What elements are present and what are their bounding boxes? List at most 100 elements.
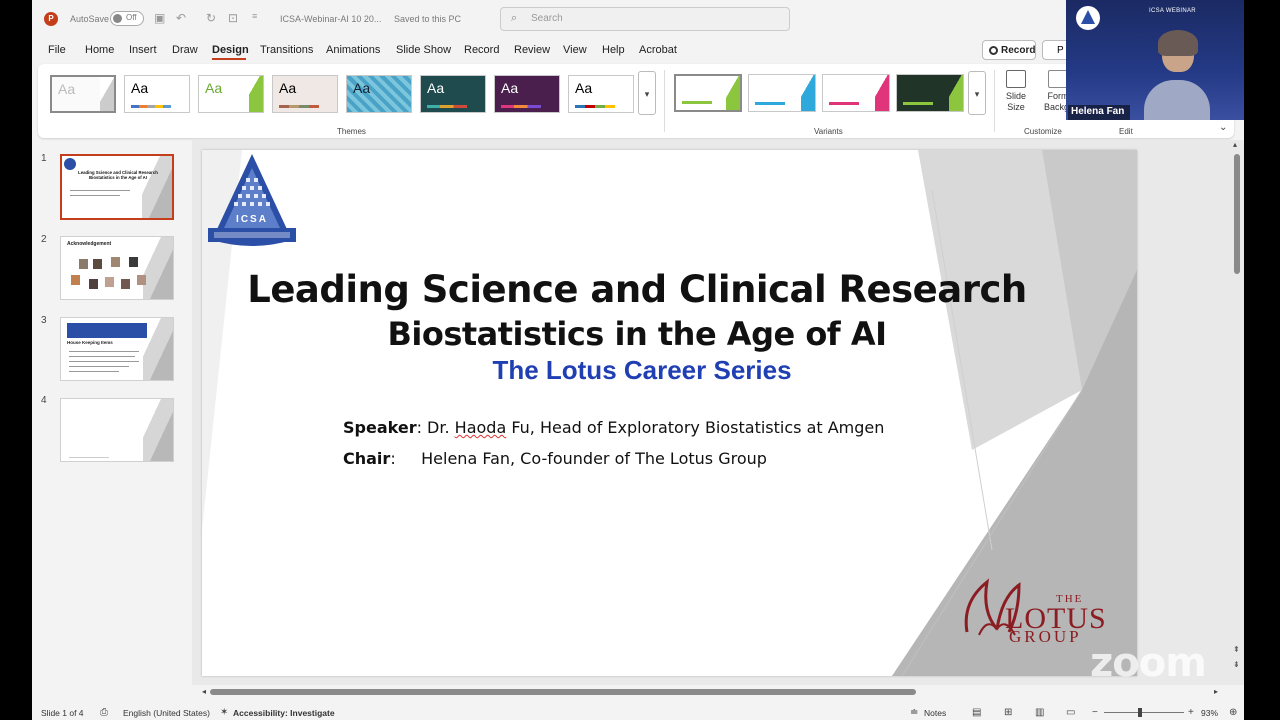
variant-bar [903,102,933,105]
tab-file[interactable]: File [48,44,66,56]
powerpoint-window: P AutoSave Off ▣ ↶ ↻ ⊡ ≡ ICSA-Webinar-AI… [32,0,1244,720]
slide-thumbnail-2[interactable]: Acknowledgement [60,236,174,300]
vertical-scrollbar[interactable]: ▴ ⇞ ⇟ [1232,140,1242,685]
tab-acrobat[interactable]: Acrobat [639,44,677,56]
language-indicator[interactable]: English (United States) [123,708,210,718]
customize-group-label: Customize [1024,127,1062,136]
zoom-in-icon[interactable]: + [1188,707,1194,718]
thumb-photo [79,259,88,269]
theme-purple[interactable]: Aa [494,75,560,113]
thumb-photo [129,257,138,267]
prev-slide-icon[interactable]: ⇞ [1233,645,1240,654]
variant-accent [949,75,963,111]
accessibility-icon[interactable]: ✶ [220,707,228,718]
zoom-level[interactable]: 93% [1201,708,1218,718]
edit-group-label: Edit [1119,127,1133,136]
variant-pink[interactable] [822,74,890,112]
autosave-toggle[interactable]: Off [110,11,144,26]
reading-view-icon[interactable]: ▥ [1035,707,1044,718]
customize-qat-icon[interactable]: ≡ [252,11,257,21]
fit-to-window-icon[interactable]: ⊕ [1229,707,1237,718]
save-status[interactable]: Saved to this PC [394,14,461,24]
slide-title[interactable]: Leading Science and Clinical Research [242,268,1032,311]
tab-help[interactable]: Help [602,44,625,56]
record-button[interactable]: Record [982,40,1036,60]
horizontal-scroll-thumb[interactable] [210,689,916,695]
zoom-out-icon[interactable]: − [1092,707,1098,718]
thumb-decor [143,318,173,380]
save-icon[interactable]: ▣ [154,11,165,25]
tab-draw[interactable]: Draw [172,44,198,56]
horizontal-scrollbar[interactable]: ◂ ▸ [202,687,1222,697]
slide-subtitle[interactable]: Biostatistics in the Age of AI [242,315,1032,353]
theme-teal[interactable]: Aa [420,75,486,113]
slide-size-icon [1006,70,1026,88]
undo-icon[interactable]: ↶ [176,11,186,25]
tab-slide-show[interactable]: Slide Show [396,44,451,56]
tab-record[interactable]: Record [464,44,499,56]
slideshow-view-icon[interactable]: ▭ [1066,707,1075,718]
variant-dark[interactable] [896,74,964,112]
thumb-footer-line [69,457,109,458]
tab-transitions[interactable]: Transitions [260,44,313,56]
accessibility-status[interactable]: Accessibility: Investigate [233,708,335,718]
slide-thumbnail-4[interactable] [60,398,174,462]
thumb-text-line [69,366,129,367]
theme-clean[interactable]: Aa [568,75,634,113]
thumb-decor [142,156,172,218]
thumb-decor [143,399,173,461]
theme-organic[interactable]: Aa [272,75,338,113]
file-name[interactable]: ICSA-Webinar-AI 10 20... [280,14,381,24]
thumb-title: Acknowledgement [67,241,112,247]
tab-animations[interactable]: Animations [326,44,380,56]
zoom-slider-knob[interactable] [1138,708,1142,717]
search-box[interactable]: ⌕ Search [500,7,790,31]
vertical-scroll-thumb[interactable] [1234,154,1240,274]
participant-video[interactable]: ICSA WEBINAR Helena Fan [1066,0,1244,120]
record-icon [989,46,998,55]
slide-canvas[interactable]: ICSA Leading Science and Clinical Resear… [202,150,1137,676]
collapse-ribbon-icon[interactable]: ⌄ [1219,122,1227,133]
theme-pattern[interactable]: Aa [346,75,412,113]
slide-series-name[interactable]: The Lotus Career Series [242,355,1042,386]
spelling-check-icon[interactable]: ⎙ [100,707,108,718]
theme-accent [249,76,263,112]
thumb-text-line [70,190,130,191]
chair-line[interactable]: Chair: Helena Fan, Co-founder of The Lot… [343,449,767,468]
present-from-start-icon[interactable]: ⊡ [228,11,238,25]
variant-green[interactable] [674,74,742,112]
scroll-left-icon[interactable]: ◂ [202,687,206,696]
thumb-number: 3 [41,315,47,326]
thumb-text-line [70,195,120,196]
thumb-photo [105,277,114,287]
slide-thumbnail-3[interactable]: House Keeping Items [60,317,174,381]
zoom-slider[interactable] [1104,712,1184,713]
variants-more-button[interactable]: ▾ [968,71,986,115]
tab-view[interactable]: View [563,44,587,56]
theme-office[interactable]: Aa [50,75,116,113]
scroll-up-icon[interactable]: ▴ [1233,140,1237,149]
notes-button[interactable]: Notes [924,708,946,718]
slide-size-button[interactable]: Slide Size [996,70,1036,113]
tab-home[interactable]: Home [85,44,114,56]
tab-insert[interactable]: Insert [129,44,157,56]
scroll-right-icon[interactable]: ▸ [1214,687,1218,696]
normal-view-icon[interactable]: ▤ [972,707,981,718]
speaker-line[interactable]: Speaker: Dr. Haoda Fu, Head of Explorato… [343,418,884,437]
theme-sample: Aa [427,80,445,96]
variant-blue[interactable] [748,74,816,112]
themes-more-button[interactable]: ▾ [638,71,656,115]
active-tab-indicator [212,58,246,60]
tab-review[interactable]: Review [514,44,550,56]
theme-plain[interactable]: Aa [124,75,190,113]
redo-icon[interactable]: ↻ [206,11,216,25]
notes-icon[interactable]: ≐ [910,707,918,718]
slide-thumbnail-1[interactable]: Leading Science and Clinical Research Bi… [60,154,174,220]
tab-design[interactable]: Design [212,44,249,56]
thumb-text-line [69,371,119,372]
theme-green[interactable]: Aa [198,75,264,113]
next-slide-icon[interactable]: ⇟ [1233,660,1240,669]
slide-sorter-icon[interactable]: ⊞ [1004,707,1012,718]
theme-swatches [501,105,541,108]
thumb-text-line [69,356,135,357]
